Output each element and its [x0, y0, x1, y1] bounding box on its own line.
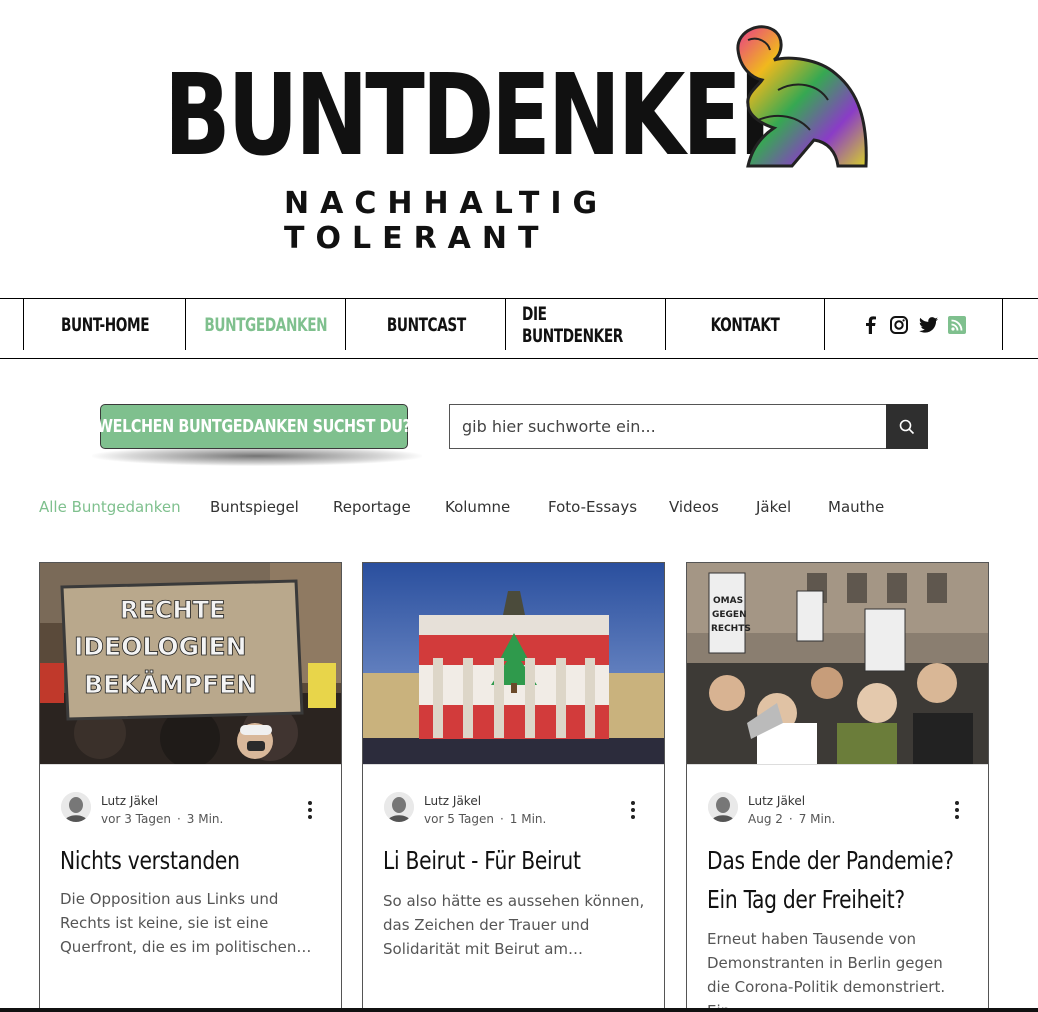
post-read-time: 3 Min.	[186, 812, 224, 826]
social-links	[824, 299, 1003, 350]
category-mauthe[interactable]: Mauthe	[828, 498, 884, 516]
category-videos[interactable]: Videos	[669, 498, 719, 516]
site-logo[interactable]: BUNTDENKER NACHHALTIG TOLERANT	[160, 20, 880, 256]
post-card[interactable]: OMAS GEGEN RECHTS Lutz Jäkel Aug 2 · 7 Min…	[686, 562, 989, 1012]
category-menu: Alle Buntgedanken Buntspiegel Reportage …	[0, 498, 1038, 518]
search-icon	[899, 419, 915, 434]
image-sign-line: OMAS	[713, 596, 743, 606]
post-title[interactable]: Nichts verstanden	[60, 841, 330, 880]
post-date: Aug 2	[748, 812, 783, 826]
post-date: vor 5 Tagen	[424, 812, 494, 826]
category-foto-essays[interactable]: Foto-Essays	[548, 498, 637, 516]
search-prompt-label: WELCHEN BUNTGEDANKEN SUCHST DU?	[97, 416, 411, 437]
category-buntspiegel[interactable]: Buntspiegel	[210, 498, 299, 516]
post-author[interactable]: Lutz Jäkel	[748, 794, 805, 808]
nav-item-label: KONTAKT	[711, 313, 780, 336]
nav-item-buntgedanken[interactable]: BUNTGEDANKEN	[185, 299, 346, 350]
post-author[interactable]: Lutz Jäkel	[424, 794, 481, 808]
post-author[interactable]: Lutz Jäkel	[101, 794, 158, 808]
image-sign-line: RECHTE	[120, 596, 225, 624]
category-reportage[interactable]: Reportage	[333, 498, 411, 516]
image-sign-line: RECHTS	[711, 624, 751, 634]
twitter-icon[interactable]	[918, 315, 938, 334]
rss-icon[interactable]	[948, 315, 967, 334]
post-date: vor 3 Tagen	[101, 812, 171, 826]
meta-separator: ·	[176, 812, 181, 826]
post-meta: Aug 2 · 7 Min.	[748, 812, 835, 826]
nav-item-kontakt[interactable]: KONTAKT	[665, 299, 825, 350]
post-excerpt: So also hätte es aussehen können, das Ze…	[383, 892, 645, 958]
post-image[interactable]: RECHTE IDEOLOGIEN BEKÄMPFEN	[40, 563, 341, 765]
post-meta: vor 5 Tagen · 1 Min.	[424, 812, 546, 826]
more-options-icon[interactable]	[949, 799, 965, 819]
badge-shadow	[92, 446, 422, 466]
post-title[interactable]: Li Beirut - Für Beirut	[383, 841, 653, 880]
post-excerpt: Die Opposition aus Links und Rechts ist …	[60, 890, 312, 956]
author-avatar[interactable]	[61, 792, 91, 822]
facebook-icon[interactable]	[861, 315, 880, 334]
author-avatar[interactable]	[708, 792, 738, 822]
bottom-divider	[0, 1008, 1038, 1012]
author-avatar[interactable]	[384, 792, 414, 822]
nav-item-label: BUNTCAST	[386, 313, 466, 336]
post-card[interactable]: Lutz Jäkel vor 5 Tagen · 1 Min. Li Beirut …	[362, 562, 665, 1012]
category-jaekel[interactable]: Jäkel	[756, 498, 791, 516]
post-title[interactable]: Das Ende der Pandemie? Ein Tag der Freih…	[707, 841, 977, 919]
logo-wordmark: BUNTDENKER	[164, 51, 806, 181]
thinker-figure-icon	[736, 25, 868, 168]
instagram-icon[interactable]	[890, 315, 909, 334]
post-read-time: 1 Min.	[509, 812, 547, 826]
image-sign-line: GEGEN	[712, 610, 747, 620]
post-image[interactable]	[363, 563, 664, 765]
nav-item-buntcast[interactable]: BUNTCAST	[345, 299, 506, 350]
more-options-icon[interactable]	[302, 799, 318, 819]
post-excerpt: Erneut haben Tausende von Demonstranten …	[707, 930, 946, 1012]
meta-separator: ·	[788, 812, 793, 826]
nav-item-bunt-home[interactable]: BUNT-HOME	[23, 299, 186, 350]
post-card[interactable]: RECHTE IDEOLOGIEN BEKÄMPFEN Lutz Jäkel v…	[39, 562, 342, 1012]
post-read-time: 7 Min.	[798, 812, 836, 826]
nav-item-label: BUNTGEDANKEN	[204, 313, 328, 336]
category-alle-buntgedanken[interactable]: Alle Buntgedanken	[39, 498, 181, 516]
image-sign-line: BEKÄMPFEN	[84, 669, 257, 699]
category-kolumne[interactable]: Kolumne	[445, 498, 510, 516]
meta-separator: ·	[499, 812, 504, 826]
search-prompt-badge: WELCHEN BUNTGEDANKEN SUCHST DU?	[97, 404, 411, 449]
search-button[interactable]	[886, 404, 928, 449]
nav-item-label: BUNT-HOME	[60, 313, 150, 336]
more-options-icon[interactable]	[625, 799, 641, 819]
nav-item-label: DIE BUNTDENKER	[522, 302, 623, 347]
post-meta: vor 3 Tagen · 3 Min.	[101, 812, 223, 826]
main-nav: BUNT-HOME BUNTGEDANKEN BUNTCAST DIE BUNT…	[0, 298, 1038, 359]
nav-item-die-buntdenker[interactable]: DIE BUNTDENKER	[505, 299, 666, 350]
search-input[interactable]	[449, 404, 887, 449]
post-image[interactable]: OMAS GEGEN RECHTS	[687, 563, 988, 765]
logo-tagline: NACHHALTIG TOLERANT	[284, 186, 609, 256]
image-sign-line: IDEOLOGIEN	[74, 632, 247, 661]
